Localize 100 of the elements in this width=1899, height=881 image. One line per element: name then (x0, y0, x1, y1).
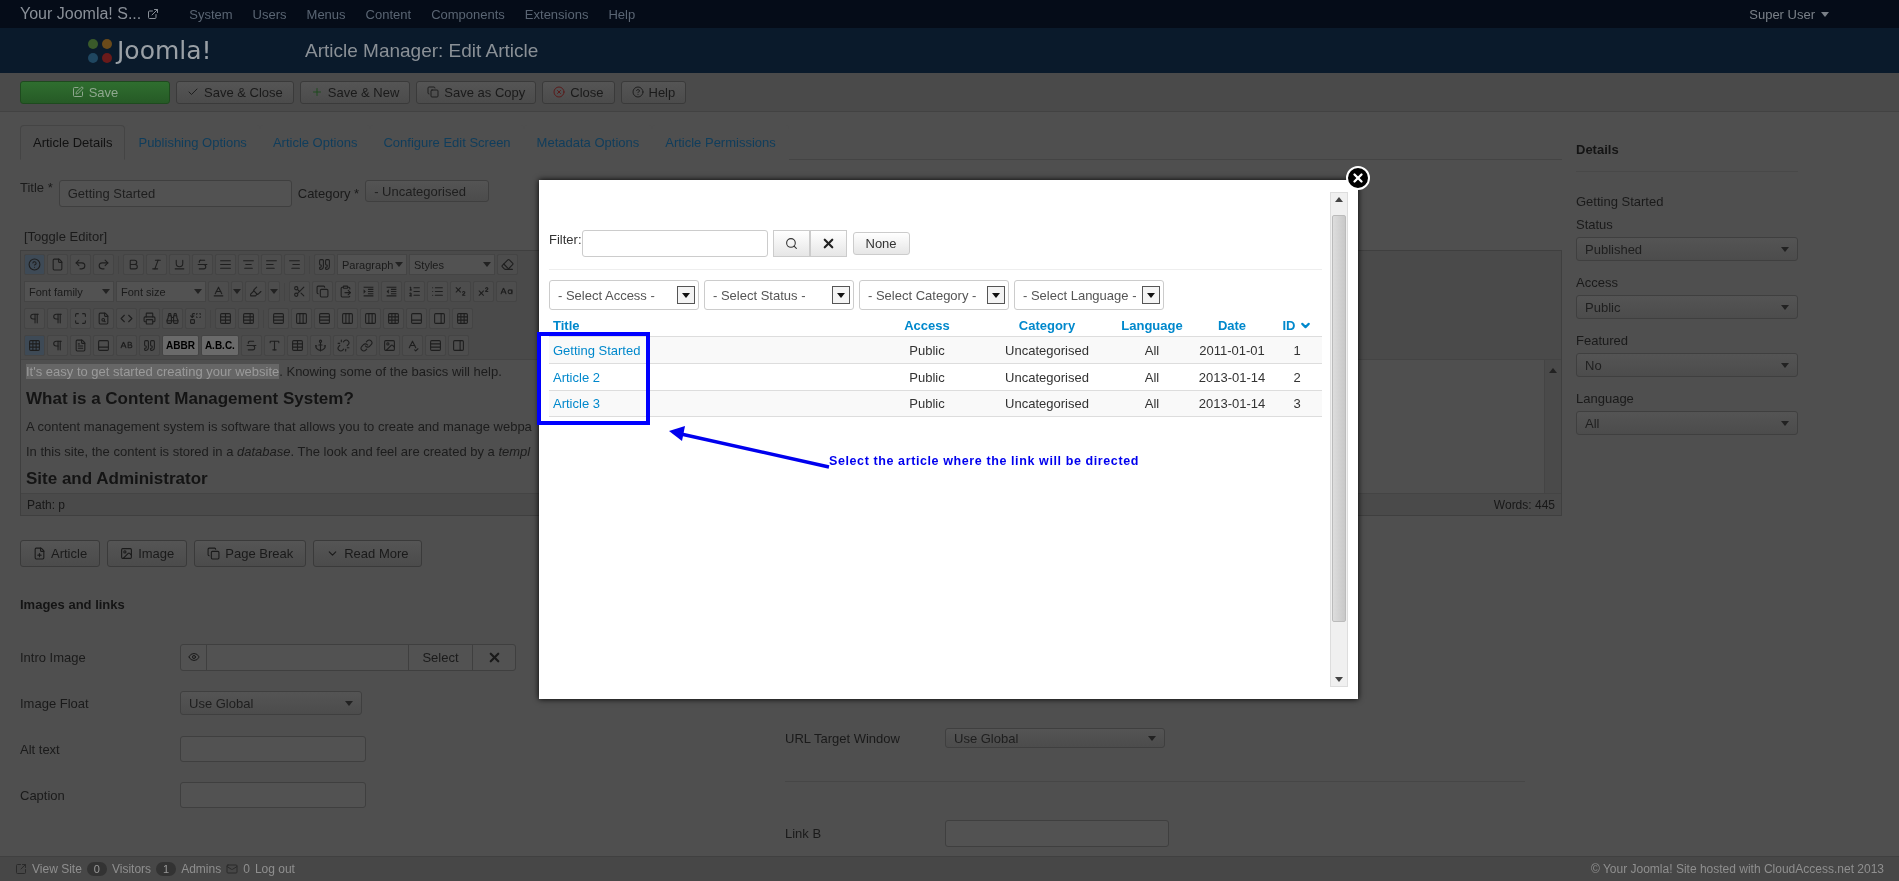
logout-link[interactable]: Log out (254, 862, 295, 877)
filter-field[interactable] (581, 230, 768, 257)
quote-button[interactable] (314, 254, 335, 276)
scrollbar-thumb[interactable] (1332, 215, 1346, 622)
grid-button[interactable] (452, 308, 473, 330)
filter-select[interactable]: - Select Status - (704, 280, 854, 310)
menu-item[interactable]: Components (421, 6, 515, 22)
dropdown-arrow-button[interactable] (231, 281, 243, 303)
type-button[interactable] (263, 335, 285, 357)
menu-item[interactable]: Menus (296, 6, 356, 22)
new-document-button[interactable] (47, 254, 68, 276)
tab[interactable]: Article Details (20, 125, 126, 161)
align-center-button[interactable] (238, 254, 259, 276)
menu-item[interactable]: Content (355, 6, 422, 22)
paste-button[interactable] (335, 281, 356, 303)
strikethrough-button[interactable] (192, 254, 213, 276)
italic-button[interactable] (146, 254, 167, 276)
document-button[interactable] (70, 335, 91, 357)
user-menu[interactable]: Super User (1749, 6, 1829, 22)
editor-button[interactable]: Page Break (194, 540, 307, 568)
superscript-button[interactable] (473, 281, 494, 303)
columns-button[interactable] (360, 308, 381, 330)
fullscreen-button[interactable] (70, 308, 91, 330)
panel-button[interactable] (429, 308, 450, 330)
align-left-button[interactable] (261, 254, 282, 276)
align-right-button[interactable] (284, 254, 305, 276)
unlink-button[interactable] (332, 335, 354, 357)
strikethrough-button[interactable] (240, 335, 262, 357)
menu-item[interactable]: Help (598, 6, 646, 22)
format-select[interactable]: Paragraph (337, 254, 407, 276)
indent-button[interactable] (358, 281, 379, 303)
copy-button[interactable] (312, 281, 333, 303)
replace-button[interactable] (185, 308, 206, 330)
link-button[interactable] (355, 335, 377, 357)
scrollbar[interactable] (1544, 360, 1561, 494)
subscript-button[interactable] (450, 281, 471, 303)
dropdown-arrow-button[interactable] (268, 281, 280, 303)
column-header[interactable]: Date (1192, 317, 1272, 333)
columns-button[interactable] (291, 308, 312, 330)
underline-button[interactable] (169, 254, 190, 276)
column-header[interactable]: Title (553, 317, 872, 333)
spell-check-button[interactable] (401, 335, 423, 357)
text-tool-button[interactable]: ABBR (162, 335, 199, 357)
scissors-button[interactable] (289, 281, 310, 303)
panel-button[interactable] (447, 335, 469, 357)
panel-button[interactable] (93, 335, 114, 357)
eraser-button[interactable] (497, 254, 518, 276)
font-family-select[interactable]: Font family (24, 281, 114, 303)
image-picker-field[interactable]: Select (180, 643, 516, 671)
column-header[interactable]: Category (982, 317, 1112, 333)
column-header[interactable]: ID (1272, 317, 1322, 333)
menu-item[interactable]: Users (242, 6, 297, 22)
filter-select[interactable]: - Select Language - (1014, 280, 1164, 310)
column-header[interactable]: Access (872, 317, 982, 333)
editor-button[interactable]: Article (20, 540, 101, 568)
quote-button[interactable] (139, 335, 160, 357)
rows-button[interactable] (424, 335, 446, 357)
code-button[interactable] (116, 308, 137, 330)
image-button[interactable] (378, 335, 400, 357)
text-color-button[interactable] (208, 281, 229, 303)
text-size-button[interactable] (116, 335, 137, 357)
search-button[interactable] (772, 230, 810, 257)
bullet-list-button[interactable] (427, 281, 448, 303)
none-button[interactable]: None (852, 232, 910, 255)
pilcrow-button[interactable] (47, 308, 68, 330)
columns-button[interactable] (337, 308, 358, 330)
anchor-button[interactable] (309, 335, 331, 357)
bold-button[interactable] (123, 254, 144, 276)
highlighter-button[interactable] (245, 281, 266, 303)
table-properties-button[interactable] (238, 308, 259, 330)
align-justify-button[interactable] (215, 254, 236, 276)
table-button[interactable] (215, 308, 236, 330)
undo-button[interactable] (70, 254, 91, 276)
article-link[interactable]: Getting Started (553, 342, 641, 358)
pilcrow-button[interactable] (47, 335, 68, 357)
toolbar-button[interactable]: Save (20, 80, 170, 104)
clear-button[interactable] (809, 230, 847, 257)
view-site-link[interactable]: View Site (32, 862, 82, 877)
printer-button[interactable] (139, 308, 160, 330)
menu-item[interactable]: System (179, 6, 243, 22)
filter-select[interactable]: - Select Access - (549, 280, 699, 310)
panel-button[interactable] (406, 308, 427, 330)
article-link[interactable]: Article 3 (553, 396, 600, 411)
binoculars-button[interactable] (162, 308, 183, 330)
filter-select[interactable]: - Select Category - (859, 280, 1009, 310)
grid-button[interactable] (383, 308, 404, 330)
table-button[interactable] (286, 335, 308, 357)
column-header[interactable]: Language (1112, 317, 1192, 333)
article-link[interactable]: Article 2 (553, 369, 600, 385)
help-button[interactable] (24, 254, 45, 276)
pilcrow-button[interactable] (24, 308, 45, 330)
outdent-button[interactable] (381, 281, 402, 303)
toolbar-button[interactable]: Help (620, 80, 687, 104)
text-tool-button[interactable]: A.B.C. (200, 335, 239, 357)
select-button[interactable]: Select (409, 644, 473, 670)
close-button[interactable] (1346, 166, 1370, 190)
rows-button[interactable] (314, 308, 335, 330)
case-button[interactable] (496, 281, 517, 303)
grid-button[interactable] (24, 335, 45, 357)
menu-item[interactable]: Extensions (514, 6, 599, 22)
